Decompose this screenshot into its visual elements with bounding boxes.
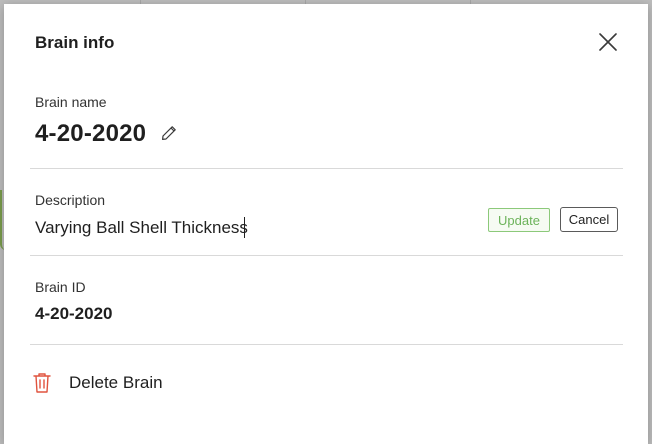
close-button[interactable] bbox=[594, 28, 622, 56]
delete-brain-label: Delete Brain bbox=[69, 373, 163, 392]
section-divider bbox=[30, 344, 623, 345]
text-caret bbox=[244, 217, 245, 238]
brain-info-dialog: Brain info Brain name 4-20-2020 Descript… bbox=[4, 4, 648, 444]
dialog-title: Brain info bbox=[35, 33, 115, 52]
brain-id-label: Brain ID bbox=[35, 279, 86, 295]
delete-brain-button[interactable]: Delete Brain bbox=[32, 368, 232, 398]
pencil-icon bbox=[162, 126, 176, 140]
brain-name-label: Brain name bbox=[35, 94, 107, 110]
section-divider bbox=[30, 168, 623, 169]
brain-id-value: 4-20-2020 bbox=[35, 304, 113, 323]
close-icon bbox=[599, 33, 617, 51]
section-divider bbox=[30, 255, 623, 256]
edit-brain-name-button[interactable] bbox=[159, 123, 179, 143]
description-label: Description bbox=[35, 192, 106, 208]
trash-icon bbox=[32, 371, 52, 395]
cancel-button[interactable]: Cancel bbox=[560, 207, 618, 232]
description-input[interactable] bbox=[34, 216, 474, 240]
update-button[interactable]: Update bbox=[488, 208, 550, 232]
brain-name-value: 4-20-2020 bbox=[35, 120, 147, 147]
